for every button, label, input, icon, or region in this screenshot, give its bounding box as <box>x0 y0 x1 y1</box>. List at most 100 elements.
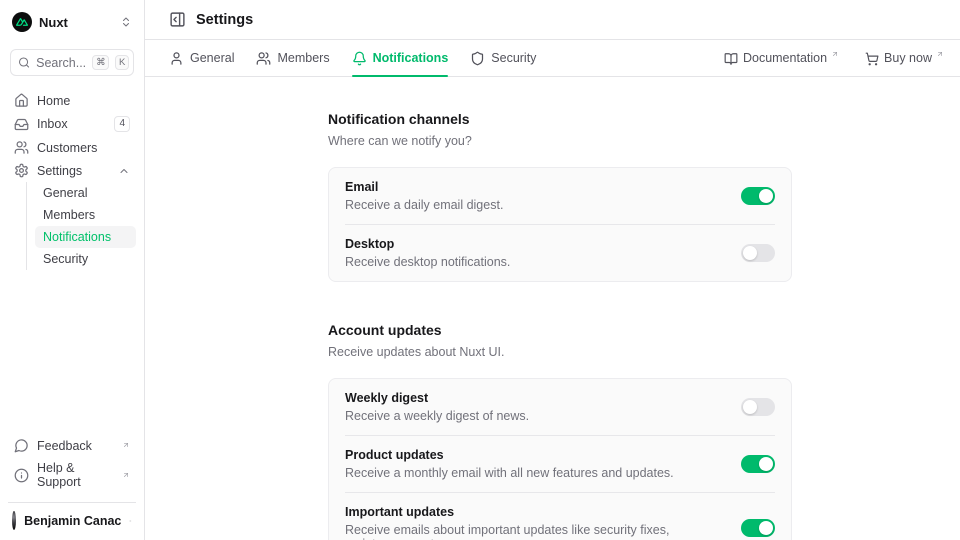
tab-security[interactable]: Security <box>470 40 536 76</box>
setting-title: Desktop <box>345 237 725 251</box>
toggle-knob <box>759 457 773 471</box>
sidebar-spacer <box>8 270 136 421</box>
desktop-toggle[interactable] <box>741 244 775 262</box>
sidebar-item-settings-general[interactable]: General <box>35 182 136 204</box>
search-icon <box>18 56 30 69</box>
settings-content: Notification channels Where can we notif… <box>145 77 960 540</box>
setting-description: Receive desktop notifications. <box>345 255 725 269</box>
product-updates-toggle[interactable] <box>741 455 775 473</box>
setting-text: Important updates Receive emails about i… <box>345 505 725 540</box>
page-title: Settings <box>196 12 253 28</box>
important-updates-toggle[interactable] <box>741 519 775 537</box>
chevrons-up-down-icon <box>120 16 132 28</box>
settings-tabbar: General Members Notifications Security D… <box>145 40 960 77</box>
sidebar-item-label: Security <box>43 252 128 266</box>
weekly-digest-toggle[interactable] <box>741 398 775 416</box>
setting-title: Email <box>345 180 725 194</box>
setting-description: Receive a daily email digest. <box>345 198 725 212</box>
sidebar-item-settings-members[interactable]: Members <box>35 204 136 226</box>
external-link-icon <box>831 50 839 58</box>
sidebar-item-feedback[interactable]: Feedback <box>8 434 136 457</box>
buy-now-label: Buy now <box>884 51 932 65</box>
setting-row-weekly-digest: Weekly digest Receive a weekly digest of… <box>329 379 791 435</box>
external-link-icon <box>936 50 944 58</box>
sidebar-item-settings-notifications[interactable]: Notifications <box>35 226 136 248</box>
setting-row-desktop: Desktop Receive desktop notifications. <box>329 225 791 281</box>
sidebar-item-label: General <box>43 186 128 200</box>
sidebar-item-customers[interactable]: Customers <box>8 136 136 159</box>
collapse-sidebar-icon[interactable] <box>169 11 186 28</box>
section-title: Notification channels <box>328 111 792 127</box>
avatar <box>12 511 16 530</box>
kbd-k: K <box>115 55 129 70</box>
kbd-meta: ⌘ <box>92 55 109 70</box>
setting-title: Important updates <box>345 505 725 519</box>
users-icon <box>256 51 271 66</box>
user-icon <box>169 51 184 66</box>
notification-channels-section: Notification channels Where can we notif… <box>328 111 792 282</box>
user-menu[interactable]: Benjamin Canac <box>8 502 136 532</box>
account-updates-section: Account updates Receive updates about Nu… <box>328 322 792 540</box>
chat-bubble-icon <box>14 438 29 453</box>
sidebar-item-label: Home <box>37 94 130 108</box>
workspace-switcher[interactable]: Nuxt <box>8 10 136 34</box>
setting-description: Receive a weekly digest of news. <box>345 409 725 423</box>
tab-notifications[interactable]: Notifications <box>352 40 449 76</box>
tab-label: Security <box>491 51 536 65</box>
bell-icon <box>352 51 367 66</box>
tab-label: Members <box>277 51 329 65</box>
tab-members[interactable]: Members <box>256 40 329 76</box>
setting-text: Desktop Receive desktop notifications. <box>345 237 725 269</box>
search-input[interactable]: Search... ⌘ K <box>10 49 134 76</box>
search-placeholder: Search... <box>36 56 86 70</box>
setting-row-important-updates: Important updates Receive emails about i… <box>329 493 791 540</box>
settings-subnav: General Members Notifications Security <box>26 182 136 270</box>
chevrons-up-down-icon <box>129 515 132 527</box>
sidebar-item-label: Settings <box>37 164 110 178</box>
buy-now-button[interactable]: Buy now <box>863 47 946 70</box>
setting-description: Receive emails about important updates l… <box>345 523 725 540</box>
notification-channels-card: Email Receive a daily email digest. Desk… <box>328 167 792 282</box>
sidebar-item-home[interactable]: Home <box>8 89 136 112</box>
page-header: Settings <box>145 0 960 40</box>
setting-text: Product updates Receive a monthly email … <box>345 448 725 480</box>
nuxt-logo-icon <box>12 12 32 32</box>
sidebar-item-label: Help & Support <box>37 461 120 489</box>
info-circle-icon <box>14 468 29 483</box>
gear-icon <box>14 163 29 178</box>
sidebar-item-settings[interactable]: Settings <box>8 159 136 182</box>
setting-title: Product updates <box>345 448 725 462</box>
email-toggle[interactable] <box>741 187 775 205</box>
home-icon <box>14 93 29 108</box>
shopping-cart-icon <box>865 52 879 66</box>
toggle-knob <box>759 521 773 535</box>
sidebar-footer-nav: Feedback Help & Support <box>8 434 136 493</box>
setting-text: Email Receive a daily email digest. <box>345 180 725 212</box>
sidebar-item-inbox[interactable]: Inbox 4 <box>8 112 136 136</box>
setting-description: Receive a monthly email with all new fea… <box>345 466 725 480</box>
book-open-icon <box>724 52 738 66</box>
inbox-icon <box>14 117 29 132</box>
inbox-count-badge: 4 <box>114 116 130 132</box>
chevron-up-icon <box>118 165 130 177</box>
sidebar: Nuxt Search... ⌘ K Home Inbox 4 Customer… <box>0 0 145 540</box>
sidebar-nav: Home Inbox 4 Customers Settings General <box>8 89 136 270</box>
setting-text: Weekly digest Receive a weekly digest of… <box>345 391 725 423</box>
documentation-button[interactable]: Documentation <box>722 47 841 70</box>
sidebar-item-label: Customers <box>37 141 130 155</box>
sidebar-item-help-support[interactable]: Help & Support <box>8 457 136 493</box>
sidebar-item-settings-security[interactable]: Security <box>35 248 136 270</box>
documentation-label: Documentation <box>743 51 827 65</box>
section-subtitle: Receive updates about Nuxt UI. <box>328 345 792 359</box>
toggle-knob <box>743 400 757 414</box>
user-name: Benjamin Canac <box>24 514 121 528</box>
account-updates-card: Weekly digest Receive a weekly digest of… <box>328 378 792 540</box>
sidebar-item-label: Notifications <box>43 230 128 244</box>
toggle-knob <box>759 189 773 203</box>
tab-general[interactable]: General <box>169 40 234 76</box>
setting-row-email: Email Receive a daily email digest. <box>329 168 791 224</box>
external-link-icon <box>122 471 130 479</box>
shield-icon <box>470 51 485 66</box>
tab-label: General <box>190 51 234 65</box>
external-link-icon <box>122 441 130 449</box>
